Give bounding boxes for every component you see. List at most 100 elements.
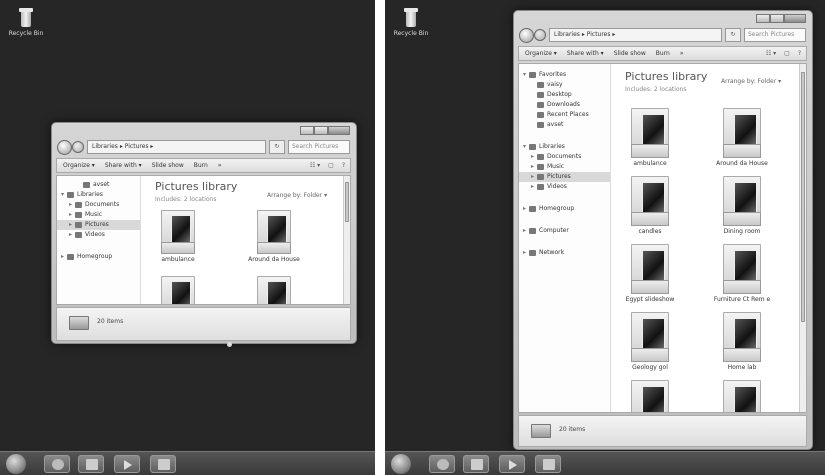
folder-item[interactable] [631,380,669,412]
internet-explorer-icon[interactable] [44,455,70,473]
nav-item-downloads[interactable]: Downloads [519,100,610,110]
folder-icon [529,249,536,256]
nav-item-computer[interactable]: ▸ Computer [519,226,610,236]
folder-item[interactable]: ambulance [161,210,195,264]
minimize-button[interactable] [756,14,770,23]
nav-item-pictures[interactable]: ▸ Pictures [57,220,140,230]
folder-item[interactable] [161,276,195,304]
minimize-button[interactable] [300,126,314,135]
folder-item[interactable] [723,380,761,412]
folder-item[interactable]: Home lab [723,312,761,372]
nav-item-label: Videos [547,183,567,190]
nav-item-network[interactable]: ▸ Network [519,248,610,258]
nav-item-libraries[interactable]: ▾ Libraries [519,142,610,152]
nav-item-videos[interactable]: ▸ Videos [519,182,610,192]
burn-button[interactable]: Burn [194,162,208,169]
folder-label: candles [638,228,662,235]
folder-item[interactable]: Furniture Ct Rem e [714,244,770,304]
organize-menu[interactable]: Organize ▾ [525,50,557,57]
nav-item-label: avset [547,121,564,128]
arrange-by-dropdown[interactable]: Arrange by: Folder ▾ [267,192,327,199]
library-locations[interactable]: Includes: 2 locations [155,196,217,203]
back-button[interactable] [57,139,72,155]
internet-explorer-icon[interactable] [429,455,455,473]
address-bar[interactable]: Libraries ▸ Pictures ▸ [87,140,266,154]
nav-item-documents[interactable]: ▸ Documents [57,200,140,210]
start-button[interactable] [6,454,26,474]
library-locations[interactable]: Includes: 2 locations [625,86,687,93]
recycle-bin-icon [403,8,419,28]
slide-show-button[interactable]: Slide show [152,162,184,169]
nav-item-pictures[interactable]: ▸ Pictures [519,172,610,182]
scrollbar-thumb[interactable] [345,182,349,222]
vertical-scrollbar[interactable] [799,64,806,412]
media-player-icon[interactable] [499,455,525,473]
nav-item-music[interactable]: ▸ Music [519,162,610,172]
nav-item-avset[interactable]: avset [519,120,610,130]
start-button[interactable] [391,454,411,474]
folder-item[interactable]: Around da House [716,108,768,168]
nav-item-avset[interactable]: avset [57,180,140,190]
nav-item-homegroup[interactable]: ▸ Homegroup [519,204,610,214]
help-icon[interactable]: ? [798,50,801,57]
view-options-button[interactable]: ☷ ▾ [310,162,320,169]
taskbar-app-icon[interactable] [150,455,176,473]
arrange-by-dropdown[interactable]: Arrange by: Folder ▾ [721,78,781,85]
forward-button[interactable] [72,141,84,153]
help-icon[interactable]: ? [342,162,345,169]
recycle-bin[interactable]: Recycle Bin [391,8,431,37]
refresh-button[interactable]: ↻ [725,28,741,42]
close-button[interactable] [784,14,806,23]
folder-item[interactable]: Dining room [723,176,761,236]
folder-item[interactable]: Geology gol [631,312,669,372]
share-with-menu[interactable]: Share with ▾ [105,162,142,169]
nav-item-documents[interactable]: ▸ Documents [519,152,610,162]
more-commands-button[interactable]: » [218,162,222,169]
address-bar[interactable]: Libraries ▸ Pictures ▸ [549,28,722,42]
vertical-scrollbar[interactable] [343,176,350,304]
view-options-button[interactable]: ☷ ▾ [766,50,776,57]
search-input[interactable]: Search Pictures [288,140,350,154]
media-player-icon[interactable] [114,455,140,473]
folder-icon [75,221,82,228]
back-button[interactable] [519,27,534,43]
nav-item-desktop[interactable]: Desktop [519,90,610,100]
maximize-button[interactable] [314,126,328,135]
windows-explorer-icon[interactable] [463,455,489,473]
burn-button[interactable]: Burn [656,50,670,57]
explorer-window-small[interactable]: Libraries ▸ Pictures ▸ ↻ Search Pictures… [51,122,357,344]
folder-front-flap [631,348,669,362]
close-button[interactable] [328,126,350,135]
nav-item-music[interactable]: ▸ Music [57,210,140,220]
preview-pane-button[interactable]: ▢ [784,50,790,57]
folder-front-flap [723,280,761,294]
forward-button[interactable] [534,29,546,41]
maximize-button[interactable] [770,14,784,23]
more-commands-button[interactable]: » [680,50,684,57]
nav-item-homegroup[interactable]: ▸ Homegroup [57,252,140,262]
slide-show-button[interactable]: Slide show [614,50,646,57]
nav-item-favorites[interactable]: ▾ Favorites [519,70,610,80]
folder-item[interactable] [257,276,291,304]
share-with-menu[interactable]: Share with ▾ [567,50,604,57]
windows-explorer-icon[interactable] [78,455,104,473]
folder-item[interactable]: Around da House [248,210,300,264]
nav-item-libraries[interactable]: ▾ Libraries [57,190,140,200]
nav-item-recent-places[interactable]: Recent Places [519,110,610,120]
preview-pane-button[interactable]: ▢ [328,162,334,169]
taskbar-app-icon[interactable] [535,455,561,473]
search-input[interactable]: Search Pictures [744,28,806,42]
scrollbar-thumb[interactable] [801,72,805,322]
nav-item-vaisy[interactable]: vaisy [519,80,610,90]
nav-item-videos[interactable]: ▸ Videos [57,230,140,240]
refresh-button[interactable]: ↻ [269,140,285,154]
explorer-window-tall[interactable]: Libraries ▸ Pictures ▸ ↻ Search Pictures… [513,10,813,450]
organize-menu[interactable]: Organize ▾ [63,162,95,169]
folder-item[interactable]: candles [631,176,669,236]
folder-label: ambulance [161,256,195,263]
resize-handle[interactable] [227,342,232,347]
folder-item[interactable]: Egypt slideshow [626,244,674,304]
folder-item[interactable]: ambulance [631,108,669,168]
recycle-bin[interactable]: Recycle Bin [6,8,46,37]
